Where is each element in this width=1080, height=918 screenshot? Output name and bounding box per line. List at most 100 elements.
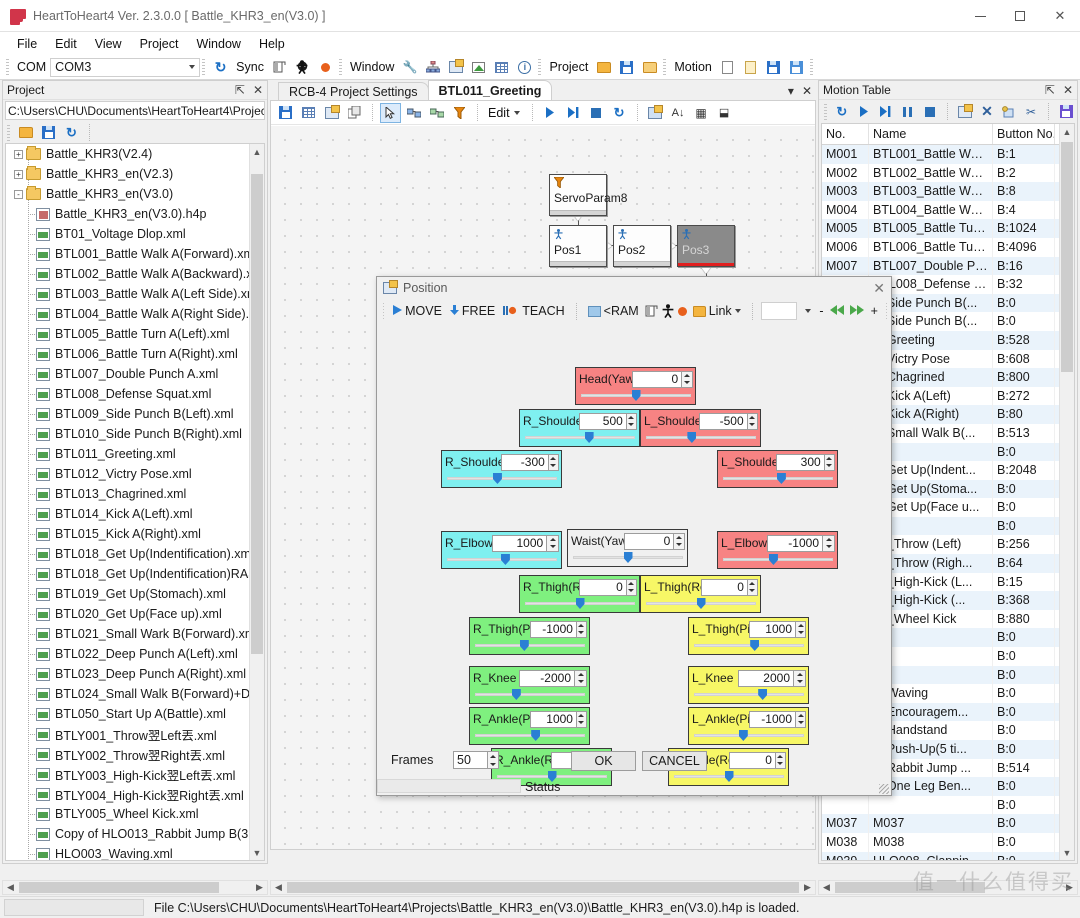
tree-item[interactable]: BTL007_Double Punch A.xml <box>6 364 264 384</box>
servo-slider-l-thigh-pitcl[interactable]: L_Thigh(Pitcl1000 <box>688 617 809 655</box>
position-toolbar-grip-2[interactable] <box>885 303 887 319</box>
tree-expander-icon[interactable]: - <box>14 189 23 199</box>
servo-slider-waist-yaw[interactable]: Waist(Yaw)0 <box>567 529 688 567</box>
servo-slider-l-knee[interactable]: L_Knee 2000 <box>688 666 809 704</box>
position-dialog[interactable]: Position ✕ MOVE FREE TEACH <RAM Link - +… <box>376 276 892 796</box>
grid-icon[interactable] <box>298 103 319 123</box>
flow-node-pos2[interactable]: Pos2 <box>613 225 671 267</box>
chevron-down-icon[interactable] <box>805 309 812 313</box>
scroll-right-icon[interactable]: ▶ <box>800 881 815 894</box>
menu-item-view[interactable]: View <box>86 34 131 54</box>
tree-item[interactable]: BTL012_Victry Pose.xml <box>6 464 264 484</box>
zoom-icon[interactable] <box>645 103 666 123</box>
unlink-icon[interactable] <box>426 103 447 123</box>
project-tree-scrollbar[interactable]: ▲ ▼ <box>249 144 264 860</box>
servo-track[interactable] <box>644 598 758 609</box>
servo-stepper[interactable] <box>794 669 806 687</box>
servo-knob[interactable] <box>531 730 541 741</box>
tree-item[interactable]: + Battle_KHR3_en(V2.3) <box>6 164 264 184</box>
tree-item[interactable]: BTL006_Battle Turn A(Right).xml <box>6 344 264 364</box>
sync-icon[interactable]: ↻ <box>210 57 231 77</box>
increment-label[interactable]: + <box>871 304 878 318</box>
servo-slider-l-thigh-roll[interactable]: L_Thigh(Roll0 <box>640 575 761 613</box>
position-toolbar-grip[interactable] <box>383 303 385 319</box>
servo-track[interactable] <box>473 640 587 651</box>
scroll-down-icon[interactable]: ▼ <box>250 845 264 860</box>
sync-label[interactable]: Sync <box>232 60 268 74</box>
servo-track[interactable] <box>523 598 637 609</box>
servo-stepper[interactable] <box>682 370 693 388</box>
open-folder-icon[interactable] <box>593 57 614 77</box>
decrement-label[interactable]: - <box>819 304 823 318</box>
scroll-thumb[interactable] <box>835 882 985 893</box>
tree-item[interactable]: BTLY004_High-Kick翌Right丟.xml <box>6 784 264 804</box>
tab-list-dropdown-icon[interactable]: ▾ <box>788 84 794 98</box>
tree-item[interactable]: BTL013_Chagrined.xml <box>6 484 264 504</box>
tab-close-icon[interactable]: ✕ <box>802 84 812 98</box>
servo-knob[interactable] <box>776 473 786 484</box>
motion-table-scrollbar[interactable]: ▲ ▼ <box>1059 124 1074 860</box>
servo-track[interactable] <box>473 730 587 741</box>
servo-knob[interactable] <box>768 554 778 565</box>
tree-item[interactable]: BTLY001_Throw翌Left丟.xml <box>6 724 264 744</box>
scroll-thumb[interactable] <box>287 882 799 893</box>
servo-slider-r-ankle-pitc[interactable]: R_Ankle(Pitc1000 <box>469 707 590 745</box>
project-path-input[interactable]: C:\Users\CHU\Documents\HeartToHeart4\Pro… <box>5 101 265 120</box>
scroll-right-icon[interactable]: ▶ <box>1062 881 1077 894</box>
tab-btl011-greeting[interactable]: BTL011_Greeting <box>427 80 553 100</box>
servo-value-input[interactable]: 1000 <box>749 620 796 638</box>
step-icon[interactable] <box>563 103 584 123</box>
export-motion-icon[interactable] <box>786 57 807 77</box>
table-row[interactable]: M037M037B:0= <box>822 814 1074 833</box>
toolbar-grip-4[interactable] <box>538 59 542 75</box>
tree-item[interactable]: BTL010_Side Punch B(Right).xml <box>6 424 264 444</box>
tree-item[interactable]: Battle_KHR3_en(V3.0).h4p <box>6 204 264 224</box>
servo-value-input[interactable]: -500 <box>699 412 748 430</box>
servo-track[interactable] <box>445 473 559 484</box>
tree-item[interactable]: BTL003_Battle Walk A(Left Side).xml <box>6 284 264 304</box>
servo-slider-r-thigh-pitc[interactable]: R_Thigh(Pitc-1000 <box>469 617 590 655</box>
column-header-name[interactable]: Name <box>869 124 993 144</box>
record-icon[interactable] <box>315 57 336 77</box>
servo-track[interactable] <box>579 390 693 401</box>
pointer-icon[interactable] <box>380 102 401 123</box>
add-icon[interactable] <box>999 102 1019 122</box>
open-folder-icon[interactable] <box>15 123 36 143</box>
menu-item-window[interactable]: Window <box>187 34 249 54</box>
servo-knob[interactable] <box>750 640 760 651</box>
align-icon[interactable]: ⬓ <box>714 103 735 123</box>
servo-value-input[interactable]: -2000 <box>519 669 575 687</box>
flow-node-pos1[interactable]: Pos1 <box>549 225 607 267</box>
table-row[interactable]: M007BTL007_Double Punch...B:16= <box>822 256 1074 276</box>
servo-stepper[interactable] <box>796 710 806 728</box>
tree-item[interactable]: BTL002_Battle Walk A(Backward).xml <box>6 264 264 284</box>
image-icon[interactable] <box>468 57 489 77</box>
frames-stepper[interactable] <box>487 751 499 769</box>
motion-hscrollbar[interactable]: ◀ ▶ <box>818 880 1078 895</box>
export-icon[interactable] <box>321 103 342 123</box>
servo-stepper[interactable] <box>547 534 559 552</box>
prev-frames-icon[interactable] <box>829 304 845 318</box>
tree-item[interactable]: BTL008_Defense Squat.xml <box>6 384 264 404</box>
stop-icon[interactable] <box>920 102 940 122</box>
tree-item[interactable]: BTL024_Small Walk B(Forward)+Doub <box>6 684 264 704</box>
servo-track[interactable] <box>473 689 587 700</box>
minimize-button[interactable] <box>960 0 1000 32</box>
position-link-select[interactable] <box>760 302 798 320</box>
tree-item[interactable]: BTL014_Kick A(Left).xml <box>6 504 264 524</box>
flow-node-servoparam8[interactable]: ServoParam8 <box>549 174 627 216</box>
servo-knob[interactable] <box>519 640 529 651</box>
servo-stepper[interactable] <box>626 412 638 430</box>
servo-slider-r-shoulder[interactable]: R_Shoulder(-300 <box>441 450 562 488</box>
tree-item[interactable]: BTL022_Deep Punch A(Left).xml <box>6 644 264 664</box>
servo-stepper[interactable] <box>674 532 685 550</box>
tree-item[interactable]: BTL018_Get Up(Indentification)RAS3.x <box>6 564 264 584</box>
table-row[interactable]: M003BTL003_Battle Walk A(...B:8= <box>822 182 1074 201</box>
scroll-down-icon[interactable]: ▼ <box>1060 845 1074 860</box>
chevron-down-icon[interactable] <box>513 110 520 115</box>
tree-item[interactable]: BTL005_Battle Turn A(Left).xml <box>6 324 264 344</box>
servo-stepper[interactable] <box>824 453 835 471</box>
tree-item[interactable]: BTL015_Kick A(Right).xml <box>6 524 264 544</box>
servo-slider-l-ankle-pitcl[interactable]: L_Ankle(Pitcl-1000 <box>688 707 809 745</box>
tree-item[interactable]: BTLY002_Throw翌Right丟.xml <box>6 744 264 764</box>
